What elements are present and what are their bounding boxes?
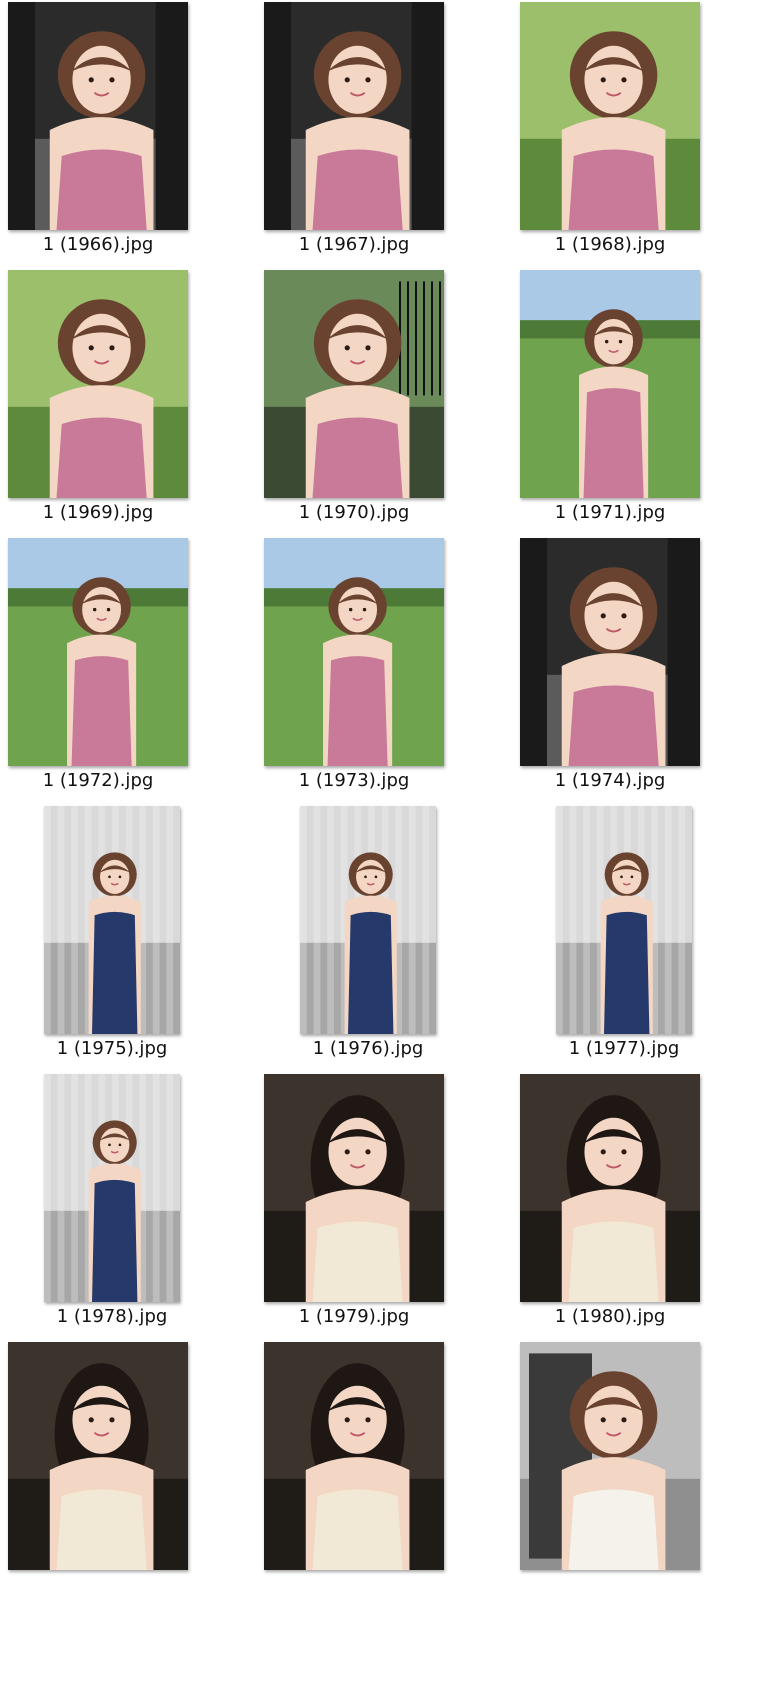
thumbnail-frame [0,0,256,232]
file-name-label[interactable]: 1 (1973).jpg [254,770,454,791]
photo-thumbnail[interactable] [520,538,700,766]
photo-thumbnail[interactable] [264,2,444,230]
file-name-label[interactable]: 1 (1968).jpg [510,234,710,255]
file-tile[interactable]: 1 (1979).jpg [256,1072,512,1340]
file-tile[interactable]: 1 (1971).jpg [512,268,762,536]
file-name-label[interactable]: 1 (1974).jpg [510,770,710,791]
thumbnail-frame [0,804,256,1036]
photo-thumbnail[interactable] [264,1074,444,1302]
photo-thumbnail[interactable] [8,1342,188,1570]
thumbnail-frame [256,268,512,500]
thumbnail-frame [0,1072,256,1304]
file-name-label[interactable]: 1 (1972).jpg [0,770,198,791]
thumbnail-frame [0,536,256,768]
file-name-label[interactable]: 1 (1975).jpg [12,1038,212,1059]
file-tile[interactable]: 1 (1966).jpg [0,0,256,268]
file-tile[interactable]: 1 (1975).jpg [0,804,256,1072]
thumbnail-frame [256,804,512,1036]
thumbnail-frame [256,536,512,768]
file-tile[interactable]: 1 (1968).jpg [512,0,762,268]
thumbnail-frame [0,268,256,500]
file-grid: 1 (1966).jpg 1 (1967).jpg 1 (1968).jpg 1… [0,0,762,1692]
file-name-label[interactable]: 1 (1980).jpg [510,1306,710,1327]
thumbnail-frame [256,0,512,232]
file-name-label[interactable]: 1 (1978).jpg [12,1306,212,1327]
file-tile[interactable]: 1 (1974).jpg [512,536,762,804]
file-tile[interactable]: 1 (1976).jpg [256,804,512,1072]
thumbnail-frame [0,1340,256,1572]
file-tile[interactable]: 1 (1978).jpg [0,1072,256,1340]
file-tile[interactable] [256,1340,512,1608]
file-tile[interactable]: 1 (1980).jpg [512,1072,762,1340]
thumbnail-frame [256,1072,512,1304]
file-name-label[interactable]: 1 (1966).jpg [0,234,198,255]
photo-thumbnail[interactable] [264,1342,444,1570]
photo-thumbnail[interactable] [8,270,188,498]
photo-thumbnail[interactable] [520,2,700,230]
file-tile[interactable]: 1 (1973).jpg [256,536,512,804]
thumbnail-frame [256,1340,512,1572]
file-tile[interactable] [0,1340,256,1608]
file-name-label[interactable]: 1 (1967).jpg [254,234,454,255]
photo-thumbnail[interactable] [8,2,188,230]
photo-thumbnail[interactable] [520,270,700,498]
photo-thumbnail[interactable] [8,538,188,766]
thumbnail-frame [512,268,762,500]
file-tile[interactable]: 1 (1977).jpg [512,804,762,1072]
thumbnail-frame [512,0,762,232]
photo-thumbnail[interactable] [520,1342,700,1570]
thumbnail-frame [512,536,762,768]
file-tile[interactable]: 1 (1970).jpg [256,268,512,536]
photo-thumbnail[interactable] [520,1074,700,1302]
file-tile[interactable]: 1 (1967).jpg [256,0,512,268]
thumbnail-frame [512,804,762,1036]
file-name-label[interactable]: 1 (1969).jpg [0,502,198,523]
thumbnail-frame [512,1340,762,1572]
file-name-label[interactable]: 1 (1971).jpg [510,502,710,523]
photo-thumbnail[interactable] [300,806,436,1034]
photo-thumbnail[interactable] [264,270,444,498]
file-tile[interactable]: 1 (1969).jpg [0,268,256,536]
file-name-label[interactable]: 1 (1976).jpg [268,1038,468,1059]
photo-thumbnail[interactable] [264,538,444,766]
file-name-label[interactable]: 1 (1977).jpg [524,1038,724,1059]
photo-thumbnail[interactable] [44,1074,180,1302]
file-tile[interactable] [512,1340,762,1608]
file-name-label[interactable]: 1 (1970).jpg [254,502,454,523]
file-name-label[interactable]: 1 (1979).jpg [254,1306,454,1327]
file-tile[interactable]: 1 (1972).jpg [0,536,256,804]
photo-thumbnail[interactable] [556,806,692,1034]
photo-thumbnail[interactable] [44,806,180,1034]
thumbnail-frame [512,1072,762,1304]
